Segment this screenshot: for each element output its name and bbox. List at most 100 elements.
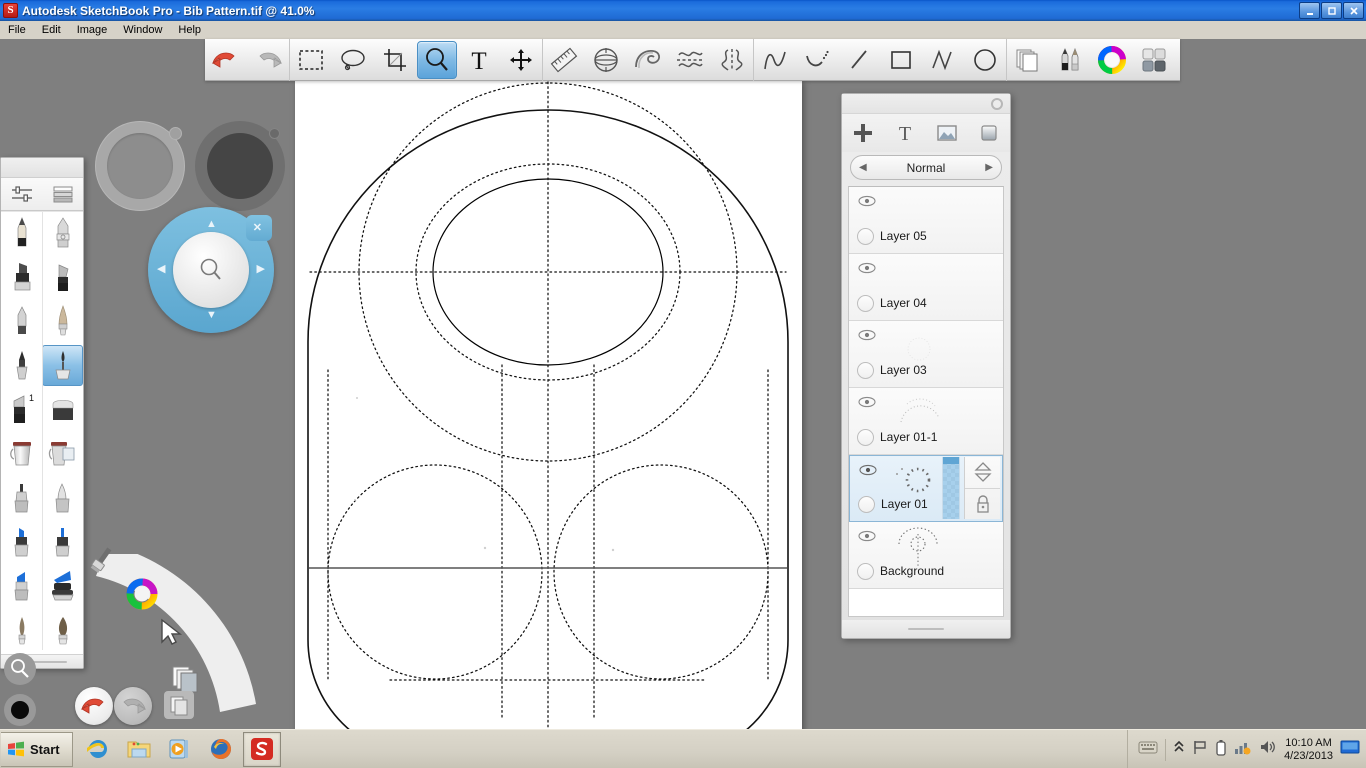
crop-button[interactable] bbox=[375, 41, 415, 79]
layer-opacity-slider[interactable] bbox=[942, 457, 960, 519]
brush-blue-marker[interactable] bbox=[1, 521, 42, 562]
pan-right-button[interactable]: ▶ bbox=[257, 264, 265, 275]
layer-visibility-icon[interactable] bbox=[858, 328, 876, 346]
lasso-select-button[interactable] bbox=[333, 41, 373, 79]
layer-select-radio[interactable] bbox=[857, 429, 874, 446]
layer-select-radio[interactable] bbox=[857, 362, 874, 379]
table-row[interactable]: Layer 01-1 bbox=[849, 388, 1003, 455]
curve-button[interactable] bbox=[797, 41, 837, 79]
brush-eraser[interactable] bbox=[42, 389, 83, 430]
brush-chisel-tip-1[interactable]: 1 bbox=[1, 389, 42, 430]
blend-mode-selector[interactable]: ◀ Normal ▶ bbox=[850, 155, 1002, 180]
brush-chisel-marker[interactable] bbox=[42, 212, 83, 253]
puck-tab[interactable] bbox=[169, 127, 182, 140]
arc-undo-button[interactable] bbox=[75, 687, 113, 725]
brushes-palette-button[interactable] bbox=[1050, 41, 1090, 79]
undo-button[interactable] bbox=[206, 41, 246, 79]
layer-visibility-icon[interactable] bbox=[858, 395, 876, 413]
brush-soft-airbrush[interactable] bbox=[42, 477, 83, 518]
brush-airbrush[interactable] bbox=[1, 477, 42, 518]
brush-pencil[interactable] bbox=[1, 212, 42, 253]
color-wheel-button[interactable] bbox=[1092, 41, 1132, 79]
layer-select-radio[interactable] bbox=[858, 496, 875, 513]
add-image-layer-button[interactable] bbox=[926, 114, 968, 152]
layers-panel-footer[interactable] bbox=[842, 620, 1010, 638]
arc-color-wheel-button[interactable] bbox=[125, 577, 159, 611]
maximize-button[interactable] bbox=[1321, 2, 1342, 19]
table-row[interactable]: Layer 04 bbox=[849, 254, 1003, 321]
brush-steel-brush[interactable] bbox=[42, 344, 83, 386]
arc-zoom-tool-button[interactable] bbox=[4, 653, 36, 685]
add-text-layer-button[interactable]: T bbox=[884, 114, 926, 152]
start-button[interactable]: Start bbox=[1, 731, 73, 767]
layer-visibility-icon[interactable] bbox=[858, 194, 876, 212]
keyboard-icon[interactable] bbox=[1138, 739, 1158, 760]
arc-brush-button[interactable] bbox=[88, 546, 122, 580]
layer-visibility-icon[interactable] bbox=[859, 463, 877, 481]
brush-ballpoint-pen[interactable] bbox=[1, 300, 42, 341]
brush-paint-bucket-layer[interactable] bbox=[42, 433, 83, 474]
arc-layers-button[interactable] bbox=[170, 661, 204, 695]
arc-copy-button[interactable] bbox=[164, 691, 194, 719]
layer-lock-button[interactable] bbox=[965, 489, 1000, 520]
symmetry-x-button[interactable] bbox=[670, 41, 710, 79]
brush-felt-marker[interactable] bbox=[1, 256, 42, 297]
pan-down-button[interactable]: ▼ bbox=[206, 310, 217, 321]
menu-window[interactable]: Window bbox=[115, 24, 170, 37]
menu-file[interactable]: File bbox=[0, 24, 34, 37]
add-layer-button[interactable] bbox=[842, 114, 884, 152]
brush-palette-titlebar[interactable] bbox=[1, 158, 83, 178]
zoom-button[interactable] bbox=[417, 40, 457, 79]
polyline-button[interactable] bbox=[923, 41, 963, 79]
rectangle-select-button[interactable] bbox=[291, 41, 331, 79]
freeform-line-button[interactable] bbox=[755, 41, 795, 79]
taskbar-item-sketchbook[interactable] bbox=[242, 731, 281, 767]
zoom-navigation-puck[interactable]: ▲ ▼ ◀ ▶ ✕ bbox=[148, 207, 274, 333]
brush-properties-button[interactable] bbox=[1, 178, 42, 211]
taskbar-item-internet-explorer[interactable] bbox=[79, 732, 117, 767]
layer-visibility-icon[interactable] bbox=[858, 261, 876, 279]
brush-soft-round[interactable] bbox=[42, 300, 83, 341]
brush-natural-brush[interactable] bbox=[1, 610, 42, 651]
brush-ink-pen[interactable] bbox=[1, 345, 42, 386]
opacity-handle[interactable] bbox=[943, 457, 959, 464]
tool-grid-button[interactable] bbox=[1134, 41, 1174, 79]
show-hidden-icons-icon[interactable] bbox=[1173, 739, 1185, 760]
arc-cursor-button[interactable] bbox=[153, 616, 187, 650]
blend-mode-next-button[interactable]: ▶ bbox=[985, 162, 993, 173]
layer-select-radio[interactable] bbox=[857, 295, 874, 312]
brush-opacity-puck[interactable] bbox=[195, 121, 285, 211]
layers-palette-button[interactable] bbox=[1008, 41, 1048, 79]
layer-select-radio[interactable] bbox=[857, 563, 874, 580]
blend-mode-prev-button[interactable]: ◀ bbox=[859, 162, 867, 173]
brush-size-puck[interactable] bbox=[95, 121, 185, 211]
brush-blue-chisel-marker[interactable] bbox=[1, 566, 42, 607]
brush-paint-bucket[interactable] bbox=[1, 433, 42, 474]
layers-list[interactable]: Layer 05 Layer 04 Layer 03 Layer 01-1 La… bbox=[848, 186, 1004, 617]
table-row[interactable]: Layer 03 bbox=[849, 321, 1003, 388]
puck-tab[interactable] bbox=[269, 128, 280, 139]
pan-up-button[interactable]: ▲ bbox=[206, 219, 217, 230]
table-row[interactable]: Background bbox=[849, 522, 1003, 589]
menu-image[interactable]: Image bbox=[69, 24, 116, 37]
move-button[interactable] bbox=[501, 41, 541, 79]
brush-list-button[interactable] bbox=[42, 178, 83, 211]
straight-line-button[interactable] bbox=[839, 41, 879, 79]
layers-panel-titlebar[interactable] bbox=[842, 94, 1010, 114]
text-button[interactable]: T bbox=[459, 41, 499, 79]
ruler-button[interactable] bbox=[544, 41, 584, 79]
brush-flat-brush[interactable] bbox=[42, 256, 83, 297]
menu-help[interactable]: Help bbox=[170, 24, 209, 37]
ellipse-button[interactable] bbox=[965, 41, 1005, 79]
table-row[interactable]: Layer 05 bbox=[849, 187, 1003, 254]
taskbar-clock[interactable]: 10:10 AM 4/23/2013 bbox=[1284, 737, 1333, 763]
rectangle-button[interactable] bbox=[881, 41, 921, 79]
minimize-button[interactable] bbox=[1299, 2, 1320, 19]
battery-icon[interactable] bbox=[1215, 739, 1227, 761]
pan-left-button[interactable]: ◀ bbox=[157, 264, 165, 275]
volume-icon[interactable] bbox=[1259, 739, 1277, 760]
network-flag-icon[interactable] bbox=[1192, 739, 1208, 760]
taskbar-item-firefox[interactable] bbox=[202, 732, 240, 767]
table-row[interactable]: Layer 01 bbox=[849, 455, 1003, 522]
close-lagoon-button[interactable]: ✕ bbox=[253, 223, 262, 234]
